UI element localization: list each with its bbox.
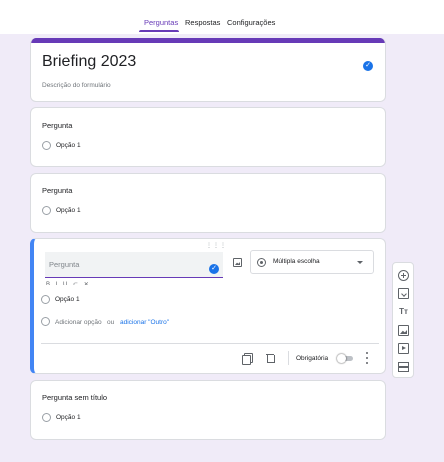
add-title-icon[interactable]: Tт xyxy=(398,306,409,317)
question-title-input-wrapper xyxy=(45,252,223,278)
duplicate-icon[interactable] xyxy=(242,353,253,365)
question-title: Pergunta sem título xyxy=(42,393,108,402)
chevron-down-icon xyxy=(357,261,363,264)
form-header-card[interactable]: Briefing 2023 Descrição do formulário ✓ xyxy=(30,38,386,102)
required-label: Obrigatória xyxy=(296,355,329,362)
or-text: ou xyxy=(107,319,115,326)
option-label: Opção 1 xyxy=(56,414,81,421)
toggle-knob xyxy=(337,354,346,363)
option-label: Opção 1 xyxy=(56,142,81,149)
check-circle-icon: ✓ xyxy=(209,264,219,274)
add-image-icon[interactable] xyxy=(398,325,409,336)
radio-icon xyxy=(42,141,51,150)
separator xyxy=(288,351,289,365)
more-vert-icon[interactable] xyxy=(365,352,369,364)
top-bar: Perguntas Respostas Configurações xyxy=(0,0,444,34)
question-card-1[interactable]: Pergunta Opção 1 xyxy=(30,107,386,167)
add-other-link[interactable]: adicionar "Outro" xyxy=(120,319,169,326)
question-title-input[interactable] xyxy=(49,260,209,269)
tab-respostas[interactable]: Respostas xyxy=(185,18,220,32)
question-title: Pergunta xyxy=(42,186,73,195)
floating-toolbar: Tт xyxy=(392,262,414,378)
radio-icon xyxy=(41,295,50,304)
tab-bar: Perguntas Respostas Configurações xyxy=(0,0,444,34)
option-input[interactable]: Opção 1 xyxy=(55,296,80,303)
add-question-icon[interactable] xyxy=(398,270,409,281)
form-description-field[interactable]: Descrição do formulário xyxy=(42,82,111,89)
drag-handle-icon[interactable]: ⋮⋮⋮ xyxy=(206,242,227,249)
check-circle-icon: ✓ xyxy=(363,61,373,71)
radio-icon xyxy=(42,413,51,422)
question-card-2[interactable]: Pergunta Opção 1 xyxy=(30,173,386,233)
formatting-toolbar[interactable]: B I U ⊂ ✕ xyxy=(46,281,91,285)
form-title[interactable]: Briefing 2023 xyxy=(42,53,136,71)
radio-button-icon xyxy=(257,258,266,267)
active-tab-indicator xyxy=(139,30,179,32)
import-questions-icon[interactable] xyxy=(398,288,409,299)
option-label: Opção 1 xyxy=(56,207,81,214)
radio-icon xyxy=(42,206,51,215)
accent-stripe xyxy=(31,38,385,43)
active-question-card[interactable]: ⋮⋮⋮ ✓ B I U ⊂ ✕ Múltipla escolha Opção 1… xyxy=(30,238,386,374)
add-video-icon[interactable] xyxy=(398,343,409,354)
tab-configuracoes[interactable]: Configurações xyxy=(227,18,275,32)
delete-icon[interactable] xyxy=(265,353,275,363)
divider xyxy=(41,343,379,344)
add-section-icon[interactable] xyxy=(398,361,409,372)
radio-icon xyxy=(41,317,50,326)
add-option-button[interactable]: Adicionar opção xyxy=(55,319,102,326)
required-toggle[interactable] xyxy=(337,354,355,363)
question-title: Pergunta xyxy=(42,121,73,130)
question-type-dropdown[interactable]: Múltipla escolha xyxy=(250,250,374,274)
add-image-icon[interactable] xyxy=(233,258,242,267)
question-card-untitled[interactable]: Pergunta sem título Opção 1 xyxy=(30,380,386,440)
question-type-label: Múltipla escolha xyxy=(273,258,320,265)
